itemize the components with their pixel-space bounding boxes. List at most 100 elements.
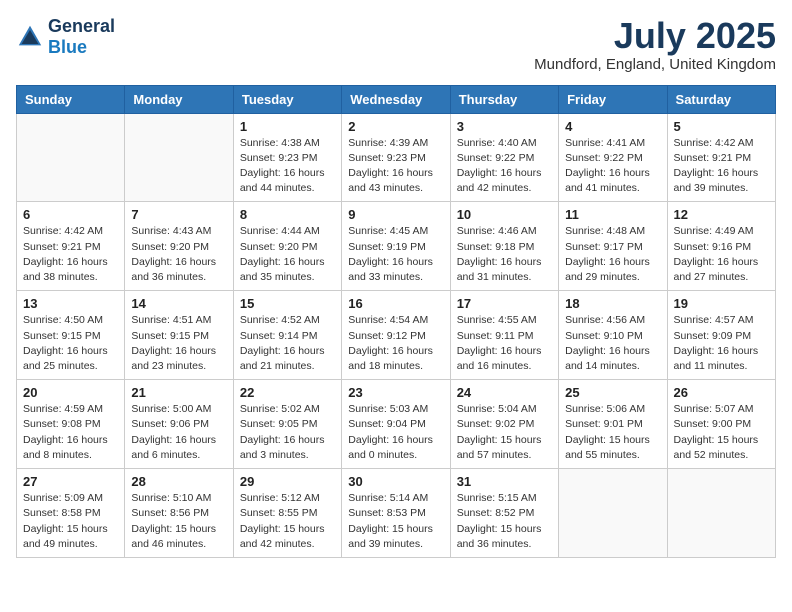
day-number: 28 — [131, 474, 226, 489]
day-detail: Sunrise: 5:06 AM Sunset: 9:01 PM Dayligh… — [565, 402, 660, 463]
weekday-header-row: SundayMondayTuesdayWednesdayThursdayFrid… — [17, 85, 776, 113]
calendar-week-row: 20 Sunrise: 4:59 AM Sunset: 9:08 PM Dayli… — [17, 380, 776, 469]
day-detail: Sunrise: 4:41 AM Sunset: 9:22 PM Dayligh… — [565, 136, 660, 197]
calendar-cell — [667, 469, 775, 558]
day-detail: Sunrise: 5:07 AM Sunset: 9:00 PM Dayligh… — [674, 402, 769, 463]
day-detail: Sunrise: 4:56 AM Sunset: 9:10 PM Dayligh… — [565, 313, 660, 374]
calendar-week-row: 27 Sunrise: 5:09 AM Sunset: 8:58 PM Dayli… — [17, 469, 776, 558]
day-detail: Sunrise: 4:40 AM Sunset: 9:22 PM Dayligh… — [457, 136, 552, 197]
day-detail: Sunrise: 4:49 AM Sunset: 9:16 PM Dayligh… — [674, 224, 769, 285]
day-number: 26 — [674, 385, 769, 400]
day-number: 27 — [23, 474, 118, 489]
day-number: 12 — [674, 207, 769, 222]
calendar-cell: 9 Sunrise: 4:45 AM Sunset: 9:19 PM Daylig… — [342, 202, 450, 291]
day-detail: Sunrise: 4:52 AM Sunset: 9:14 PM Dayligh… — [240, 313, 335, 374]
day-number: 29 — [240, 474, 335, 489]
day-detail: Sunrise: 4:43 AM Sunset: 9:20 PM Dayligh… — [131, 224, 226, 285]
calendar-cell — [125, 113, 233, 202]
calendar-cell: 26 Sunrise: 5:07 AM Sunset: 9:00 PM Dayli… — [667, 380, 775, 469]
weekday-header-monday: Monday — [125, 85, 233, 113]
logo: General Blue — [16, 16, 115, 58]
day-detail: Sunrise: 4:45 AM Sunset: 9:19 PM Dayligh… — [348, 224, 443, 285]
calendar-cell: 23Sunrise: 5:03 AM Sunset: 9:04 PM Dayli… — [342, 380, 450, 469]
day-detail: Sunrise: 4:54 AM Sunset: 9:12 PM Dayligh… — [348, 313, 443, 374]
day-number: 4 — [565, 119, 660, 134]
day-number: 30 — [348, 474, 443, 489]
weekday-header-sunday: Sunday — [17, 85, 125, 113]
calendar-cell: 22 Sunrise: 5:02 AM Sunset: 9:05 PM Dayli… — [233, 380, 341, 469]
day-detail: Sunrise: 4:39 AM Sunset: 9:23 PM Dayligh… — [348, 136, 443, 197]
day-number: 21 — [131, 385, 226, 400]
weekday-header-tuesday: Tuesday — [233, 85, 341, 113]
calendar-cell: 1 Sunrise: 4:38 AM Sunset: 9:23 PM Daylig… — [233, 113, 341, 202]
day-number: 14 — [131, 296, 226, 311]
calendar-cell: 15 Sunrise: 4:52 AM Sunset: 9:14 PM Dayli… — [233, 291, 341, 380]
calendar-week-row: 1 Sunrise: 4:38 AM Sunset: 9:23 PM Daylig… — [17, 113, 776, 202]
day-detail: Sunrise: 5:14 AM Sunset: 8:53 PM Dayligh… — [348, 491, 443, 552]
calendar-cell: 12 Sunrise: 4:49 AM Sunset: 9:16 PM Dayli… — [667, 202, 775, 291]
day-number: 5 — [674, 119, 769, 134]
day-number: 16 — [348, 296, 443, 311]
calendar-cell: 21Sunrise: 5:00 AM Sunset: 9:06 PM Dayli… — [125, 380, 233, 469]
calendar-cell: 11Sunrise: 4:48 AM Sunset: 9:17 PM Dayli… — [559, 202, 667, 291]
day-detail: Sunrise: 4:51 AM Sunset: 9:15 PM Dayligh… — [131, 313, 226, 374]
weekday-header-wednesday: Wednesday — [342, 85, 450, 113]
day-detail: Sunrise: 5:04 AM Sunset: 9:02 PM Dayligh… — [457, 402, 552, 463]
day-detail: Sunrise: 5:12 AM Sunset: 8:55 PM Dayligh… — [240, 491, 335, 552]
calendar-cell: 5 Sunrise: 4:42 AM Sunset: 9:21 PM Daylig… — [667, 113, 775, 202]
day-detail: Sunrise: 4:42 AM Sunset: 9:21 PM Dayligh… — [23, 224, 118, 285]
day-detail: Sunrise: 4:38 AM Sunset: 9:23 PM Dayligh… — [240, 136, 335, 197]
day-number: 15 — [240, 296, 335, 311]
day-detail: Sunrise: 5:10 AM Sunset: 8:56 PM Dayligh… — [131, 491, 226, 552]
logo-general: General — [48, 16, 115, 36]
calendar-cell — [17, 113, 125, 202]
day-number: 25 — [565, 385, 660, 400]
calendar-cell — [559, 469, 667, 558]
weekday-header-thursday: Thursday — [450, 85, 558, 113]
calendar-cell: 6 Sunrise: 4:42 AM Sunset: 9:21 PM Daylig… — [17, 202, 125, 291]
day-number: 9 — [348, 207, 443, 222]
day-detail: Sunrise: 5:09 AM Sunset: 8:58 PM Dayligh… — [23, 491, 118, 552]
calendar-cell: 29 Sunrise: 5:12 AM Sunset: 8:55 PM Dayli… — [233, 469, 341, 558]
month-year-title: July 2025 — [534, 16, 776, 56]
calendar-cell: 8 Sunrise: 4:44 AM Sunset: 9:20 PM Daylig… — [233, 202, 341, 291]
day-number: 10 — [457, 207, 552, 222]
day-number: 31 — [457, 474, 552, 489]
day-number: 3 — [457, 119, 552, 134]
day-number: 6 — [23, 207, 118, 222]
calendar-week-row: 6 Sunrise: 4:42 AM Sunset: 9:21 PM Daylig… — [17, 202, 776, 291]
calendar-cell: 16 Sunrise: 4:54 AM Sunset: 9:12 PM Dayli… — [342, 291, 450, 380]
calendar-cell: 2Sunrise: 4:39 AM Sunset: 9:23 PM Daylig… — [342, 113, 450, 202]
calendar-cell: 4 Sunrise: 4:41 AM Sunset: 9:22 PM Daylig… — [559, 113, 667, 202]
day-detail: Sunrise: 4:59 AM Sunset: 9:08 PM Dayligh… — [23, 402, 118, 463]
page-header: General Blue July 2025 Mundford, England… — [16, 16, 776, 73]
day-detail: Sunrise: 5:02 AM Sunset: 9:05 PM Dayligh… — [240, 402, 335, 463]
day-detail: Sunrise: 5:03 AM Sunset: 9:04 PM Dayligh… — [348, 402, 443, 463]
calendar-cell: 28 Sunrise: 5:10 AM Sunset: 8:56 PM Dayli… — [125, 469, 233, 558]
day-detail: Sunrise: 4:50 AM Sunset: 9:15 PM Dayligh… — [23, 313, 118, 374]
calendar-cell: 31 Sunrise: 5:15 AM Sunset: 8:52 PM Dayli… — [450, 469, 558, 558]
logo-icon — [16, 23, 44, 51]
calendar-cell: 14 Sunrise: 4:51 AM Sunset: 9:15 PM Dayli… — [125, 291, 233, 380]
day-number: 17 — [457, 296, 552, 311]
day-detail: Sunrise: 4:55 AM Sunset: 9:11 PM Dayligh… — [457, 313, 552, 374]
day-detail: Sunrise: 4:48 AM Sunset: 9:17 PM Dayligh… — [565, 224, 660, 285]
calendar-cell: 3 Sunrise: 4:40 AM Sunset: 9:22 PM Daylig… — [450, 113, 558, 202]
calendar-cell: 10 Sunrise: 4:46 AM Sunset: 9:18 PM Dayli… — [450, 202, 558, 291]
day-number: 1 — [240, 119, 335, 134]
day-detail: Sunrise: 4:42 AM Sunset: 9:21 PM Dayligh… — [674, 136, 769, 197]
calendar-table: SundayMondayTuesdayWednesdayThursdayFrid… — [16, 85, 776, 558]
day-detail: Sunrise: 5:15 AM Sunset: 8:52 PM Dayligh… — [457, 491, 552, 552]
weekday-header-friday: Friday — [559, 85, 667, 113]
calendar-cell: 17 Sunrise: 4:55 AM Sunset: 9:11 PM Dayli… — [450, 291, 558, 380]
day-detail: Sunrise: 4:46 AM Sunset: 9:18 PM Dayligh… — [457, 224, 552, 285]
day-detail: Sunrise: 4:44 AM Sunset: 9:20 PM Dayligh… — [240, 224, 335, 285]
calendar-cell: 25 Sunrise: 5:06 AM Sunset: 9:01 PM Dayli… — [559, 380, 667, 469]
day-number: 22 — [240, 385, 335, 400]
calendar-cell: 20 Sunrise: 4:59 AM Sunset: 9:08 PM Dayli… — [17, 380, 125, 469]
day-number: 8 — [240, 207, 335, 222]
calendar-cell: 7Sunrise: 4:43 AM Sunset: 9:20 PM Daylig… — [125, 202, 233, 291]
calendar-week-row: 13Sunrise: 4:50 AM Sunset: 9:15 PM Dayli… — [17, 291, 776, 380]
day-number: 20 — [23, 385, 118, 400]
logo-blue: Blue — [48, 37, 87, 57]
